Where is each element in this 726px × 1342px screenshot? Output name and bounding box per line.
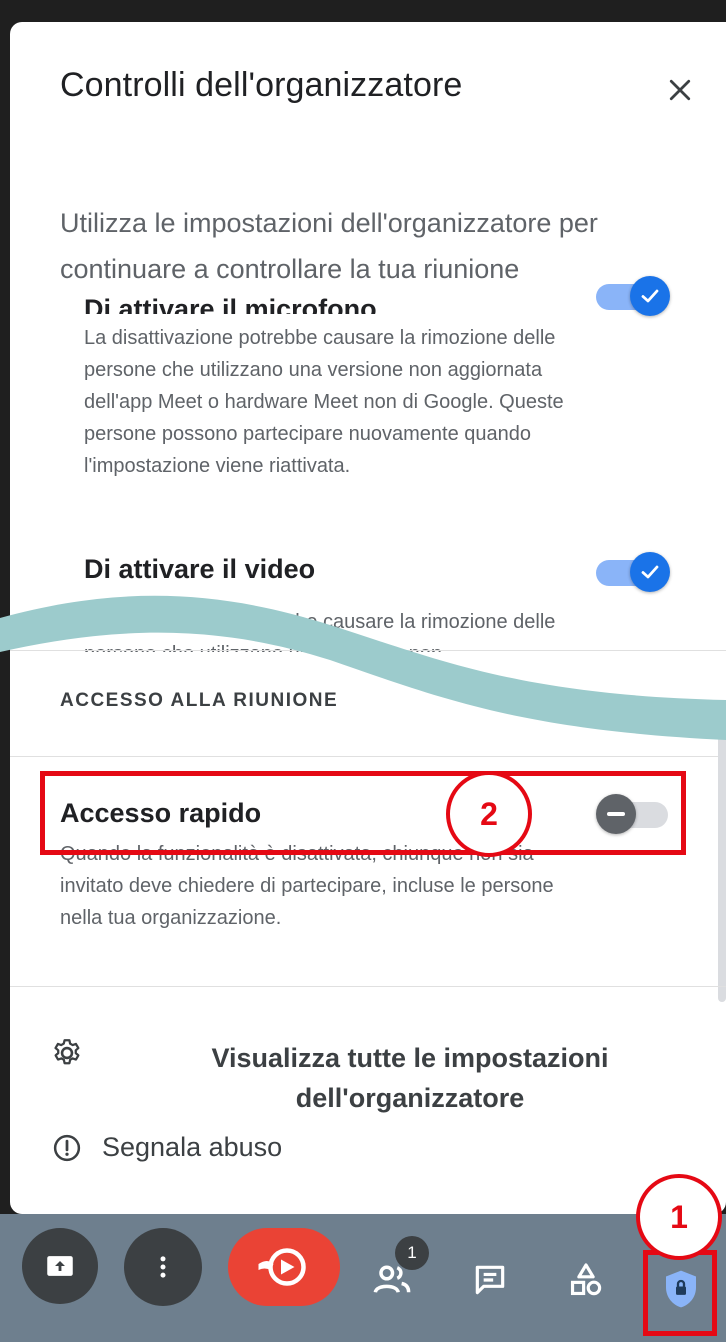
scrollbar[interactable] (718, 722, 726, 1002)
present-button[interactable] (22, 1228, 98, 1304)
divider (10, 986, 726, 987)
close-button[interactable] (656, 66, 704, 114)
more-vert-icon (160, 1256, 166, 1278)
check-icon (630, 276, 670, 316)
present-screen-icon (47, 1256, 73, 1276)
report-abuse-button[interactable]: Segnala abuso (52, 1132, 282, 1163)
wave-decoration (0, 595, 726, 740)
close-icon (669, 79, 691, 101)
window-top-edge (0, 0, 726, 20)
gear-icon (54, 1039, 80, 1065)
step-badge-2: 2 (446, 771, 532, 857)
mic-setting-description: La disattivazione potrebbe causare la ri… (84, 327, 564, 477)
highlight-box-quick-access (40, 771, 686, 855)
mic-setting-title: Di attivare il microfono (84, 294, 377, 314)
hangup-icon (258, 1248, 306, 1286)
report-abuse-label: Segnala abuso (102, 1132, 283, 1162)
alert-icon (53, 1134, 81, 1161)
panel-title: Controlli dell'organizzatore (60, 66, 463, 104)
chat-button[interactable] (460, 1250, 520, 1310)
participants-count-badge: 1 (395, 1236, 429, 1270)
divider (10, 756, 726, 757)
chat-icon (475, 1265, 505, 1295)
leave-call-button[interactable] (228, 1228, 340, 1306)
mic-toggle[interactable] (596, 276, 670, 316)
shapes-icon (570, 1263, 602, 1296)
settings-gear-button[interactable] (50, 1036, 84, 1070)
highlight-box-host-controls (643, 1250, 717, 1336)
view-all-settings-link[interactable]: Visualizza tutte le impostazioni dell'or… (190, 1038, 630, 1118)
activities-button[interactable] (556, 1250, 616, 1310)
step-badge-1: 1 (636, 1174, 722, 1260)
more-options-button[interactable] (124, 1228, 202, 1306)
